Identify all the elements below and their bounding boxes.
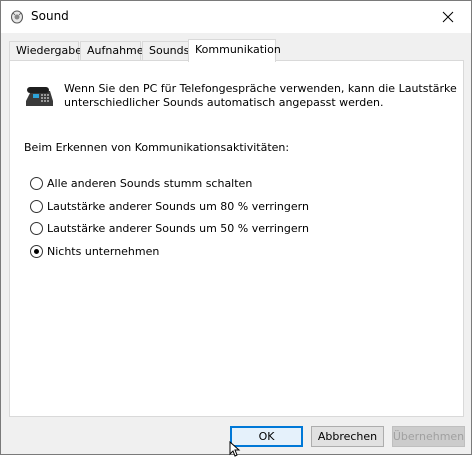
radio-button[interactable] [30,176,43,190]
kommunikation-panel: Wenn Sie den PC für Telefongespräche ver… [9,60,464,417]
intro-text: Wenn Sie den PC für Telefongespräche ver… [64,82,457,109]
telephone-icon [26,87,53,106]
title-bar[interactable]: Sound [1,1,471,33]
radio-button[interactable] [30,199,43,213]
option-reduce-50[interactable]: Lautstärke anderer Sounds um 50 % verrin… [30,220,309,236]
option-do-nothing[interactable]: Nichts unternehmen [30,243,159,259]
speaker-icon [11,10,23,24]
tab-aufnahme[interactable]: Aufnahme [80,41,144,61]
tab-wiedergabe[interactable]: Wiedergabe [9,41,82,61]
apply-button[interactable]: Übernehmen [392,426,465,447]
tab-kommunikation[interactable]: Kommunikation [188,39,281,62]
window-title: Sound [31,9,69,23]
tab-strip: Wiedergabe Aufnahme Sounds Kommunikation [9,39,465,62]
option-label: Lautstärke anderer Sounds um 80 % verrin… [47,199,309,213]
sound-dialog: Sound Wiedergabe Aufnahme Sounds Kommuni… [0,0,472,457]
radio-button-checked[interactable] [30,244,43,258]
option-label: Alle anderen Sounds stumm schalten [47,176,253,190]
close-icon [442,11,454,23]
option-mute-all[interactable]: Alle anderen Sounds stumm schalten [30,175,252,191]
radio-button[interactable] [30,221,43,235]
tab-sounds[interactable]: Sounds [142,41,190,61]
option-label: Lautstärke anderer Sounds um 50 % verrin… [47,221,309,235]
cancel-button[interactable]: Abbrechen [311,426,384,447]
section-heading: Beim Erkennen von Kommunikationsaktivitä… [24,141,290,154]
option-label: Nichts unternehmen [47,244,160,258]
close-button[interactable] [425,1,471,33]
option-reduce-80[interactable]: Lautstärke anderer Sounds um 80 % verrin… [30,198,309,214]
